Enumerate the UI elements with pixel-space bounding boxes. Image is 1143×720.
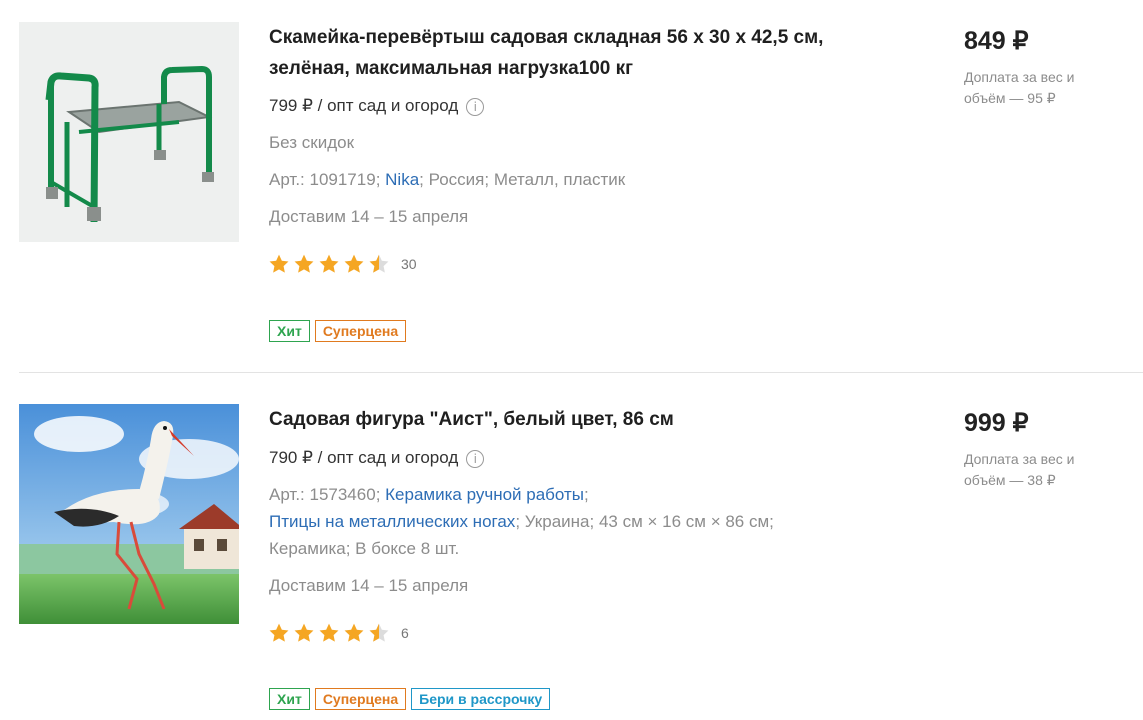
product-title[interactable]: Скамейка-перевёртыш садовая складная 56 … xyxy=(269,22,909,84)
product-attributes-line-1: Арт.: 1573460; Керамика ручной работы; xyxy=(269,485,589,504)
material: Металл, пластик xyxy=(493,170,626,189)
star-icon xyxy=(319,254,339,273)
opt-price: 799 ₽ / опт сад и огород xyxy=(269,96,459,115)
rating-stars[interactable]: 30 xyxy=(268,253,417,275)
article-number: Арт.: 1091719 xyxy=(269,170,376,189)
review-count[interactable]: 30 xyxy=(401,256,417,272)
opt-price: 790 ₽ / опт сад и огород xyxy=(269,448,459,467)
star-icon xyxy=(319,623,339,642)
star-icon xyxy=(269,623,289,642)
product-attributes: Арт.: 1091719; Nika; Россия; Металл, пла… xyxy=(269,170,626,189)
product-attributes-line-2: Птицы на металлических ногах; Украина; 4… xyxy=(269,512,774,531)
product-card: Садовая фигура "Аист", белый цвет, 86 см… xyxy=(0,373,1143,720)
half-star-icon xyxy=(369,623,389,642)
info-icon[interactable]: i xyxy=(466,449,485,468)
hit-badge: Хит xyxy=(269,320,310,342)
garden-bench-image xyxy=(19,22,239,242)
badge-row: Хит Суперцена xyxy=(269,320,411,342)
star-icon xyxy=(294,254,314,273)
no-discount-label: Без скидок xyxy=(269,133,354,152)
stork-figure-image xyxy=(19,404,239,624)
country: Россия xyxy=(428,170,485,189)
product-attributes-line-3: Керамика; В боксе 8 шт. xyxy=(269,539,460,558)
weight-surcharge: Доплата за вес и объём — 95 ₽ xyxy=(964,69,1075,106)
info-icon[interactable]: i xyxy=(466,97,485,116)
product-card: Скамейка-перевёртыш садовая складная 56 … xyxy=(0,0,1143,372)
product-title[interactable]: Садовая фигура "Аист", белый цвет, 86 см xyxy=(269,404,909,435)
product-price: 849 ₽ xyxy=(964,27,1029,55)
review-count[interactable]: 6 xyxy=(401,625,409,641)
delivery-date: Доставим 14 – 15 апреля xyxy=(269,207,469,226)
star-icon xyxy=(344,254,364,273)
badge-row: Хит Суперцена Бери в рассрочку xyxy=(269,688,555,710)
product-price: 999 ₽ xyxy=(964,409,1029,437)
opt-price-row: 799 ₽ / опт сад и огород i xyxy=(269,95,485,117)
box-quantity: В боксе 8 шт. xyxy=(355,539,460,558)
product-image[interactable] xyxy=(19,22,239,242)
installment-badge[interactable]: Бери в рассрочку xyxy=(411,688,551,710)
country: Украина xyxy=(524,512,590,531)
rating-stars[interactable]: 6 xyxy=(268,622,409,644)
dimensions: 43 см × 16 см × 86 см xyxy=(598,512,770,531)
delivery-date: Доставим 14 – 15 апреля xyxy=(269,576,469,595)
half-star-icon xyxy=(369,254,389,273)
category-link[interactable]: Керамика ручной работы xyxy=(385,485,584,504)
star-icon xyxy=(294,623,314,642)
opt-price-row: 790 ₽ / опт сад и огород i xyxy=(269,447,485,469)
super-price-badge: Суперцена xyxy=(314,688,407,710)
material: Керамика xyxy=(269,539,346,558)
star-icon xyxy=(269,254,289,273)
article-number: Арт.: 1573460 xyxy=(269,485,376,504)
brand-link[interactable]: Nika xyxy=(385,170,419,189)
category-link[interactable]: Птицы на металлических ногах xyxy=(269,512,515,531)
super-price-badge: Суперцена xyxy=(314,320,407,342)
star-icon xyxy=(344,623,364,642)
product-image[interactable] xyxy=(19,404,239,624)
hit-badge: Хит xyxy=(269,688,310,710)
weight-surcharge: Доплата за вес и объём — 38 ₽ xyxy=(964,451,1075,488)
